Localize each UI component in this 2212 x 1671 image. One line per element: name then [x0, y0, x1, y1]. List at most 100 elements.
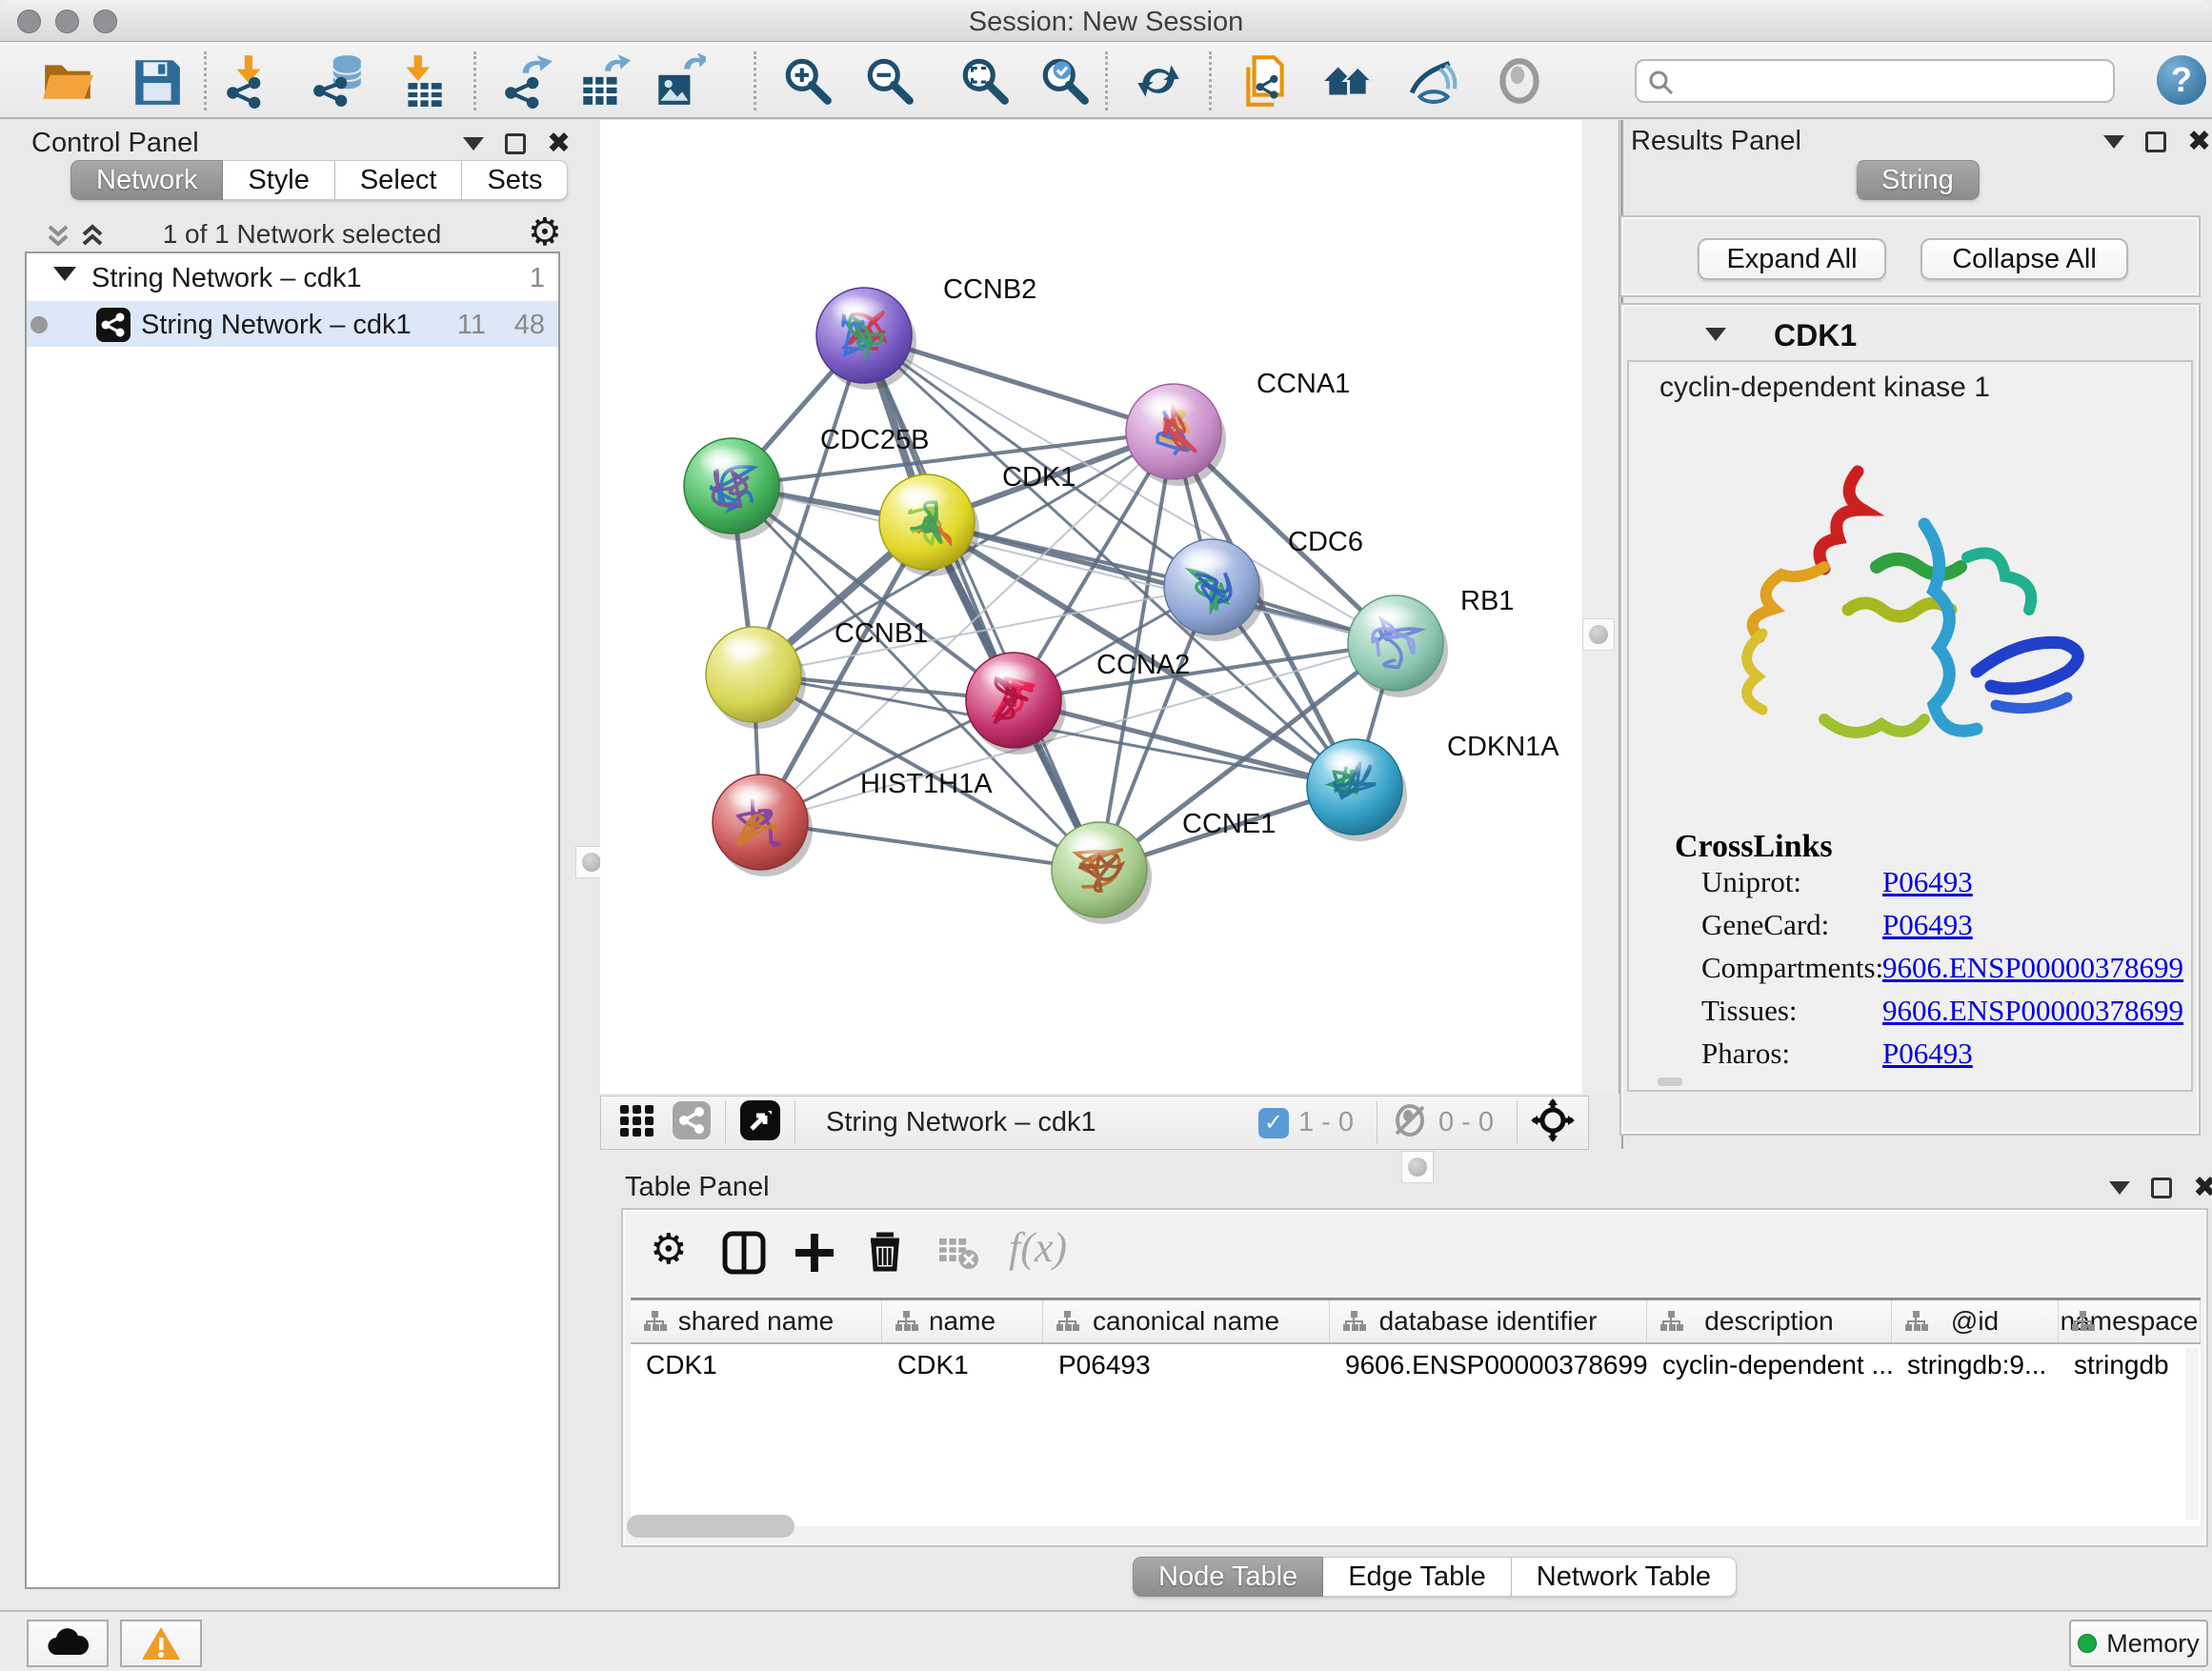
tab-style[interactable]: Style [223, 160, 334, 200]
network-view-canvas[interactable]: CCNB2CCNA1CDC25BCDK1CDC6RB1CCNB1CCNA2CDK… [600, 120, 1582, 1094]
table-cell[interactable]: stringdb [2059, 1346, 2201, 1384]
panel-float-icon[interactable] [2145, 131, 2166, 152]
show-columns-icon[interactable] [722, 1231, 766, 1279]
network-node[interactable] [713, 775, 813, 876]
right-splitter-handle[interactable] [1582, 618, 1615, 651]
panel-menu-icon[interactable] [463, 137, 484, 151]
crosslink-link[interactable]: 9606.ENSP00000378699 [1882, 994, 2183, 1028]
show-graphics-details-icon[interactable] [1406, 53, 1461, 109]
results-actions-box: Expand All Collapse All [1619, 215, 2201, 297]
zoom-fit-icon[interactable] [957, 53, 1013, 109]
network-share-icon[interactable] [672, 1100, 712, 1145]
column-header-@id[interactable]: @id [1892, 1300, 2059, 1342]
node-label: CDKN1A [1447, 732, 1559, 762]
bottom-splitter-handle[interactable] [1401, 1151, 1434, 1183]
help-button[interactable]: ? [2157, 55, 2206, 105]
export-image-icon[interactable] [651, 53, 706, 109]
crosslink-link[interactable]: P06493 [1882, 908, 1973, 942]
import-table-file-icon[interactable] [396, 53, 452, 109]
network-node[interactable] [1052, 822, 1152, 924]
search-input[interactable] [1686, 63, 2105, 99]
tab-select[interactable]: Select [335, 160, 463, 200]
import-network-file-icon[interactable] [223, 53, 278, 109]
column-header-namespace[interactable]: namespace [2059, 1300, 2201, 1342]
warning-status-button[interactable] [120, 1620, 202, 1667]
add-column-icon[interactable] [793, 1231, 836, 1279]
table-hscroll-thumb[interactable] [627, 1515, 794, 1538]
network-collection-row[interactable]: String Network – cdk1 1 [27, 255, 558, 301]
crosslink-row: Tissues:9606.ENSP00000378699 [1629, 994, 2162, 1036]
fit-selected-crosshair-icon[interactable] [1531, 1098, 1575, 1147]
table-vscroll-track[interactable] [2185, 1348, 2199, 1520]
crosslink-link[interactable]: 9606.ENSP00000378699 [1882, 951, 2183, 985]
table-cell[interactable]: P06493 [1043, 1346, 1330, 1384]
home-icon[interactable] [1320, 53, 1376, 109]
open-session-icon[interactable] [40, 53, 95, 109]
table-cell[interactable]: cyclin-dependent ... [1647, 1346, 1892, 1384]
table-data-row[interactable]: CDK1CDK1P064939606.ENSP00000378699cyclin… [631, 1346, 2201, 1384]
node-label: CCNE1 [1182, 809, 1276, 839]
application-window: Session: New Session [0, 0, 2212, 1671]
panel-close-icon[interactable]: ✖ [2193, 1178, 2212, 1198]
results-hscroll-thumb[interactable] [1658, 1077, 1682, 1086]
export-table-icon[interactable] [575, 53, 631, 109]
attribute-type-icon [894, 1309, 918, 1334]
network-node[interactable] [684, 438, 784, 540]
export-network-icon[interactable] [501, 53, 556, 109]
network-node[interactable] [1126, 384, 1226, 486]
zoom-out-icon[interactable] [862, 53, 917, 109]
tab-network-table[interactable]: Network Table [1512, 1557, 1737, 1597]
column-header-shared-name[interactable]: shared name [631, 1300, 882, 1342]
panel-menu-icon[interactable] [2109, 1181, 2130, 1195]
zoom-selected-icon[interactable] [1037, 53, 1093, 109]
search-box[interactable] [1635, 59, 2115, 103]
table-cell[interactable]: 9606.ENSP00000378699 [1330, 1346, 1647, 1384]
gear-icon[interactable]: ⚙ [528, 215, 562, 250]
tree-expander-icon[interactable] [53, 267, 76, 281]
memory-button[interactable]: Memory [2069, 1620, 2208, 1667]
network-node[interactable] [1348, 595, 1448, 697]
panel-float-icon[interactable] [505, 133, 526, 154]
column-header-database-identifier[interactable]: database identifier [1330, 1300, 1647, 1342]
import-network-database-icon[interactable] [312, 53, 367, 109]
column-header-label: description [1704, 1306, 1833, 1337]
panel-float-icon[interactable] [2151, 1178, 2172, 1198]
network-node[interactable] [1307, 739, 1407, 841]
expand-all-button[interactable]: Expand All [1698, 238, 1886, 280]
panel-close-icon[interactable]: ✖ [547, 133, 571, 154]
grid-view-icon[interactable] [618, 1101, 656, 1144]
table-cell[interactable]: CDK1 [631, 1346, 882, 1384]
refresh-layout-icon[interactable] [1131, 53, 1186, 109]
table-cell[interactable]: CDK1 [882, 1346, 1043, 1384]
table-gear-icon[interactable]: ⚙ [650, 1227, 687, 1273]
attribute-type-icon [1341, 1309, 1366, 1334]
selected-checkbox-icon[interactable]: ✓ [1258, 1108, 1289, 1138]
hidden-eye-icon[interactable] [1391, 1101, 1429, 1144]
tab-string[interactable]: String [1856, 160, 1980, 200]
tab-sets[interactable]: Sets [462, 160, 568, 200]
duplicate-style-icon[interactable] [1238, 53, 1294, 109]
results-panel-tabs: String [1856, 160, 1980, 200]
tab-edge-table[interactable]: Edge Table [1323, 1557, 1512, 1597]
zoom-in-icon[interactable] [780, 53, 835, 109]
crosslink-link[interactable]: P06493 [1882, 1037, 1973, 1071]
network-node[interactable] [879, 474, 979, 576]
panel-close-icon[interactable]: ✖ [2187, 131, 2211, 152]
tab-network[interactable]: Network [70, 160, 223, 200]
collapse-all-button[interactable]: Collapse All [1920, 238, 2128, 280]
save-session-icon[interactable] [129, 53, 184, 109]
column-header-name[interactable]: name [882, 1300, 1043, 1342]
gene-section-expander-icon[interactable] [1705, 328, 1726, 341]
column-header-canonical-name[interactable]: canonical name [1043, 1300, 1330, 1342]
network-row-selected[interactable]: String Network – cdk1 11 48 [27, 301, 558, 347]
cloud-status-button[interactable] [27, 1620, 109, 1667]
crosslink-link[interactable]: P06493 [1882, 865, 1973, 899]
toolbar-divider [473, 51, 476, 111]
table-cell[interactable]: stringdb:9... [1892, 1346, 2059, 1384]
delete-column-icon[interactable] [863, 1229, 907, 1278]
tab-node-table[interactable]: Node Table [1133, 1557, 1323, 1597]
panel-menu-icon[interactable] [2103, 135, 2124, 149]
column-header-description[interactable]: description [1647, 1300, 1892, 1342]
network-node[interactable] [966, 653, 1066, 755]
birds-eye-view-icon[interactable] [739, 1099, 781, 1146]
